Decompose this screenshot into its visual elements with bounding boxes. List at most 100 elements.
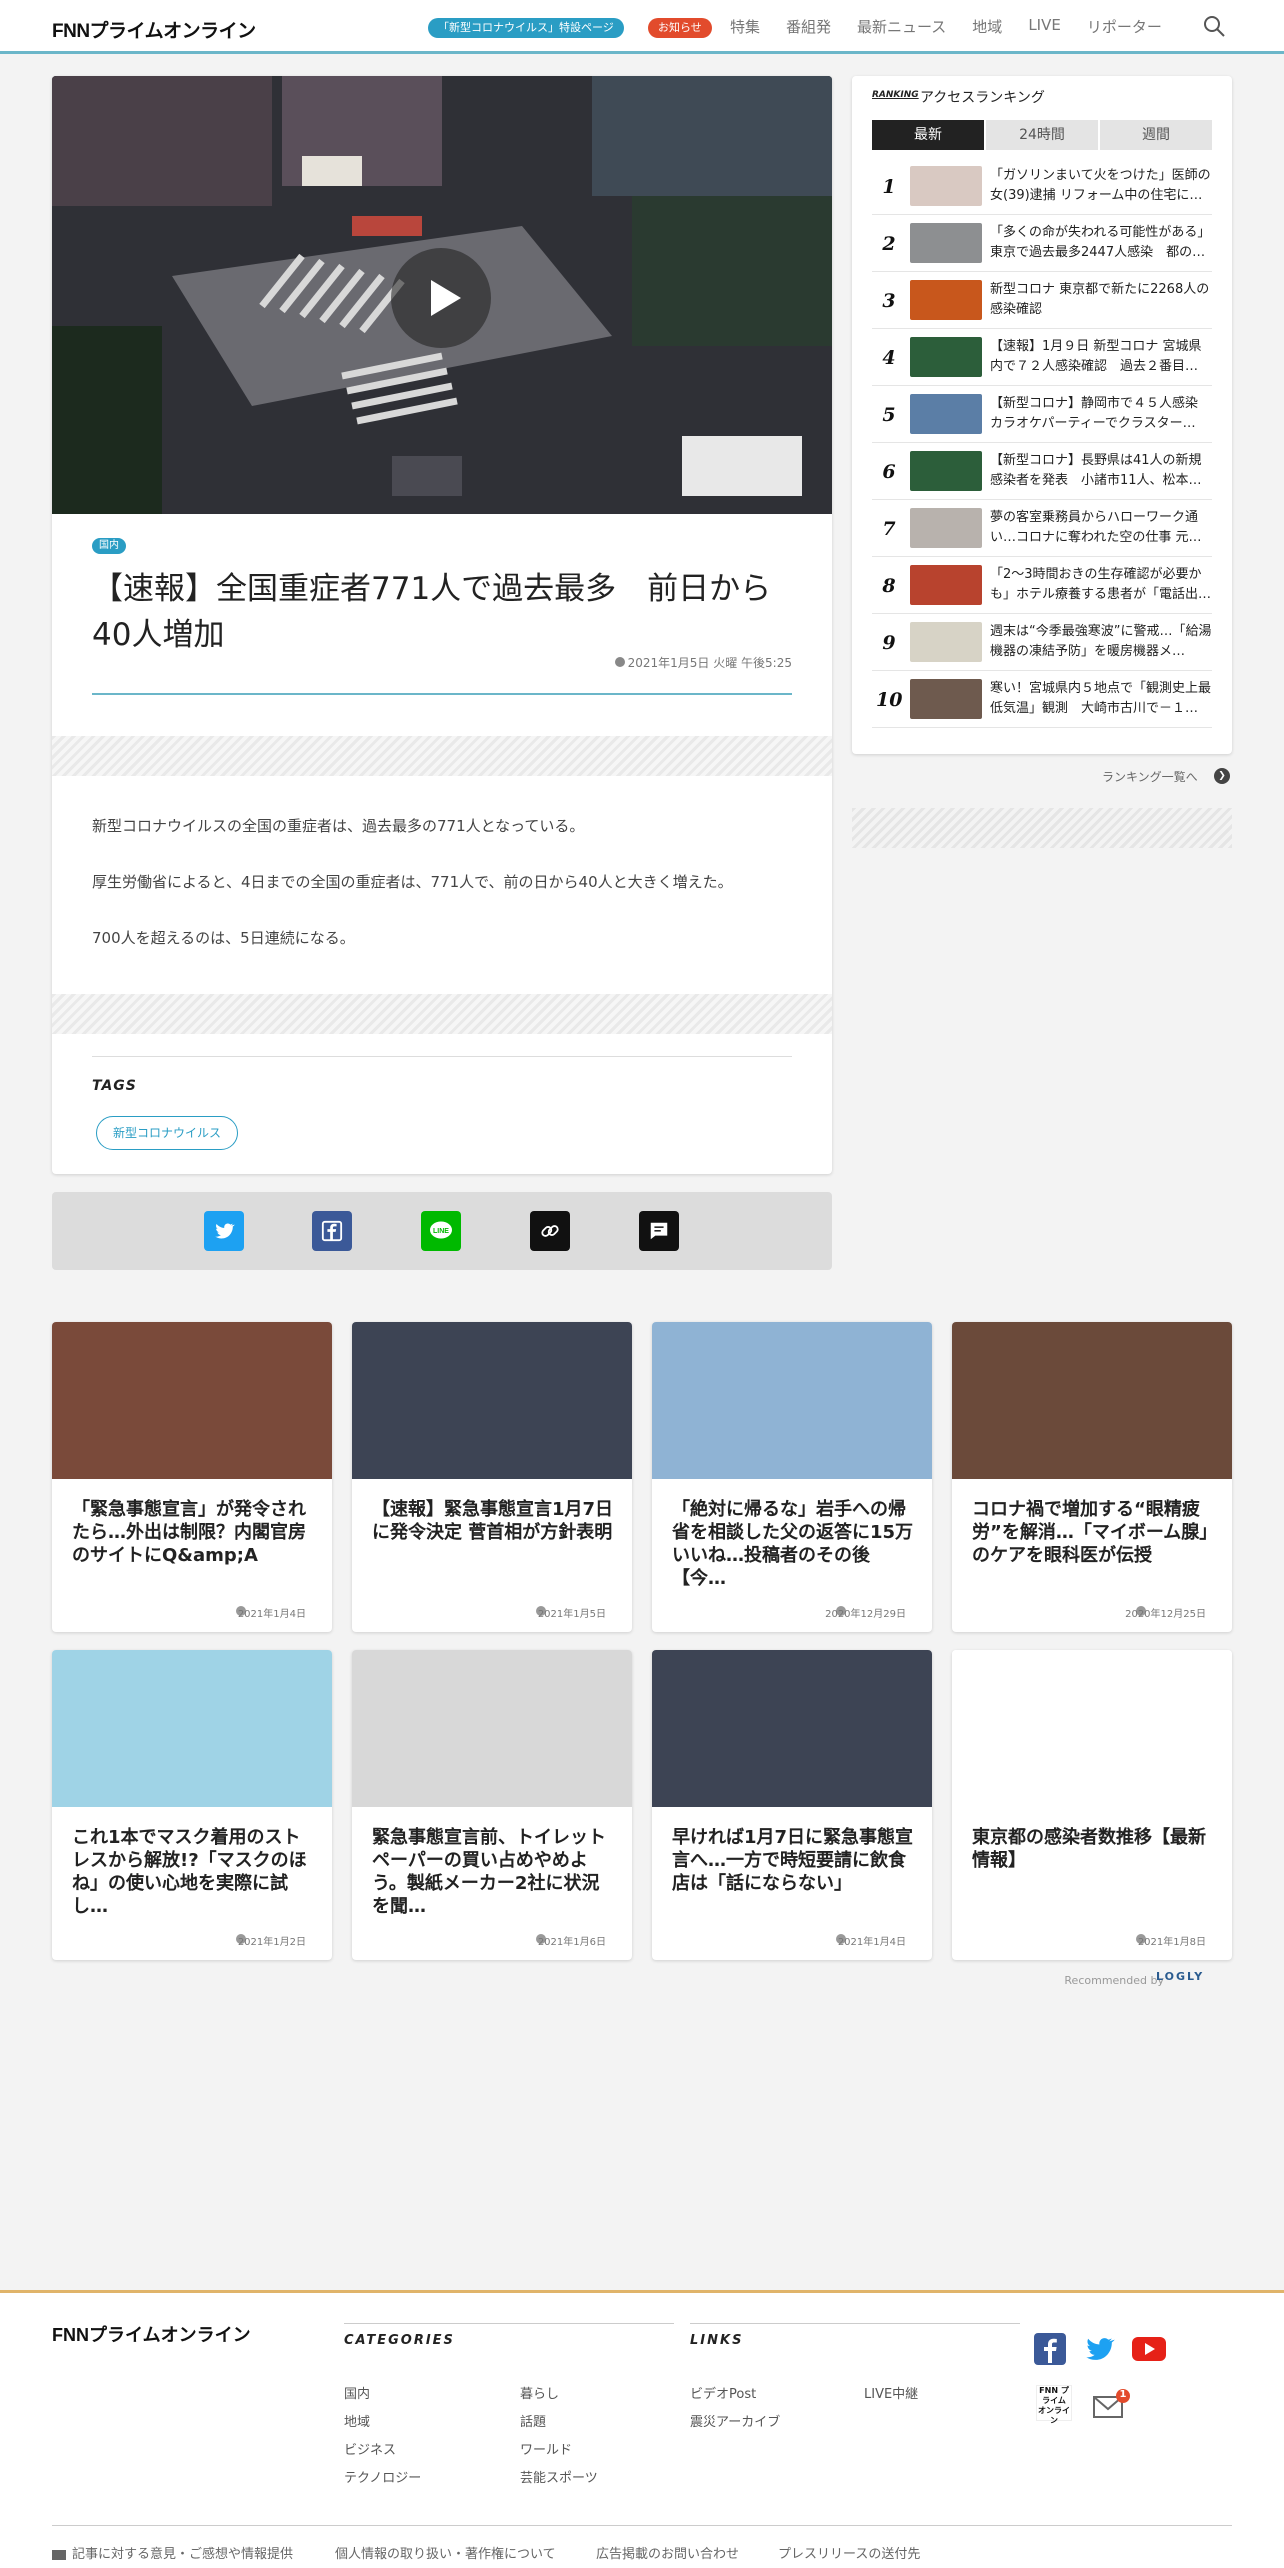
recommended-article-title: 【速報】緊急事態宣言1月7日に発令決定 菅首相が方針表明 <box>372 1499 614 1543</box>
nav-item-programs[interactable]: 番組発 <box>786 16 831 37</box>
ranking-item[interactable]: 6 【新型コロナ】長野県は41人の新規感染者を発表 小諸市11人、松本… <box>872 443 1212 500</box>
recommended-article-date: 2021年1月4日 <box>837 1937 906 1948</box>
twitter-icon <box>1086 2338 1115 2360</box>
play-button[interactable] <box>391 248 491 348</box>
ranking-thumbnail <box>910 679 982 719</box>
recommended-article-card[interactable]: コロナ禍で増加する“眼精疲労”を解消…「マイボーム腺」のケアを眼科医が伝授 202… <box>952 1322 1232 1632</box>
footer-link-entertainment-sports[interactable]: 芸能スポーツ <box>520 2467 598 2486</box>
footer-mail-button[interactable]: 1 <box>1092 2389 1130 2419</box>
nav-item-features[interactable]: 特集 <box>730 16 760 37</box>
footer-feedback-link[interactable]: 記事に対する意見・ご感想や情報提供 <box>52 2543 293 2562</box>
footer-small-logo[interactable]: FNN プライム オンライン <box>1036 2385 1072 2425</box>
share-bar: LINE <box>52 1192 832 1270</box>
share-line-button[interactable]: LINE <box>421 1211 461 1251</box>
recommended-article-card[interactable]: これ1本でマスク着用のストレスから解放!?「マスクのほね」の使い心地を実際に試し… <box>52 1650 332 1960</box>
footer-link-topics[interactable]: 話題 <box>520 2411 546 2430</box>
footer-facebook-icon[interactable] <box>1034 2333 1066 2365</box>
footer-link-world[interactable]: ワールド <box>520 2439 572 2458</box>
line-icon: LINE <box>430 1221 452 1239</box>
recommended-article-date: 2021年1月2日 <box>237 1937 306 1948</box>
footer-ads-link[interactable]: 広告掲載のお問い合わせ <box>596 2543 739 2562</box>
main-nav: 特集 番組発 最新ニュース 地域 LIVE リポーター <box>730 16 1162 37</box>
footer-logo[interactable]: FNNプライムオンライン <box>52 2321 251 2347</box>
recommended-article-title: これ1本でマスク着用のストレスから解放!?「マスクのほね」の使い心地を実際に試し… <box>72 1827 307 1917</box>
recommended-article-card[interactable]: 「緊急事態宣言」が発令されたら…外出は制限？内閣官房のサイトにQ&amp;A 20… <box>52 1322 332 1632</box>
footer-link-disaster-archive[interactable]: 震災アーカイブ <box>690 2411 780 2430</box>
ranking-item[interactable]: 7 夢の客室乗務員からハローワーク通い…コロナに奪われた空の仕事 元… <box>872 500 1212 557</box>
ranking-headline: 【新型コロナ】長野県は41人の新規感染者を発表 小諸市11人、松本… <box>990 453 1202 488</box>
recommended-article-card[interactable]: 東京都の感染者数推移【最新情報】 2021年1月8日 <box>952 1650 1232 1960</box>
ranking-more-link[interactable]: ランキング一覧へ <box>1102 768 1198 785</box>
footer-twitter-icon[interactable] <box>1083 2333 1115 2365</box>
recommended-article-title: 東京都の感染者数推移【最新情報】 <box>972 1827 1206 1871</box>
mail-badge-count: 1 <box>1119 2389 1127 2400</box>
ranking-list: 1 「ガソリンまいて火をつけた」医師の女(39)逮捕 リフォーム中の住宅に… 2 「多… <box>872 158 1212 728</box>
ranking-thumbnail <box>910 622 982 662</box>
footer-link-domestic[interactable]: 国内 <box>344 2383 370 2402</box>
ranking-thumbnail <box>910 280 982 320</box>
ranking-headline: 週末は“今季最強寒波”に警戒…「給湯機器の凍結予防」を暖房機器メ… <box>990 624 1212 659</box>
tag-corona[interactable]: 新型コロナウイルス <box>96 1116 239 1150</box>
ranking-number: 3 <box>882 290 896 312</box>
recommended-article-date: 2020年12月25日 <box>1125 1609 1206 1620</box>
footer-privacy-link[interactable]: 個人情報の取り扱い・著作権について <box>335 2543 556 2562</box>
tab-weekly[interactable]: 週間 <box>1100 120 1212 150</box>
article-card: 国内 【速報】全国重症者771人で過去最多 前日から40人増加 2021年1月5… <box>52 76 832 1174</box>
recommended-article-title: 「緊急事態宣言」が発令されたら…外出は制限？内閣官房のサイトにQ&amp;A <box>72 1499 306 1566</box>
ranking-number: 8 <box>882 575 896 597</box>
site-logo[interactable]: FNNプライムオンライン <box>52 16 256 43</box>
tab-latest[interactable]: 最新 <box>872 120 984 150</box>
footer-link-business[interactable]: ビジネス <box>344 2439 396 2458</box>
recommended-article-card[interactable]: 緊急事態宣言前、トイレットペーパーの買い占めやめよう。製紙メーカー2社に状況を聞… <box>352 1650 632 1960</box>
tab-24h[interactable]: 24時間 <box>986 120 1098 150</box>
ranking-tabs: 最新 24時間 週間 <box>872 120 1212 150</box>
recommended-article-card[interactable]: 【速報】緊急事態宣言1月7日に発令決定 菅首相が方針表明 2021年1月5日 <box>352 1322 632 1632</box>
share-comment-button[interactable] <box>639 1211 679 1251</box>
body-paragraph: 700人を超えるのは、5日連続になる。 <box>92 929 355 947</box>
category-badge[interactable]: 国内 <box>92 538 126 554</box>
footer-link-video-post[interactable]: ビデオPost <box>690 2383 756 2402</box>
ranking-item[interactable]: 2 「多くの命が失われる可能性がある」東京で過去最多2447人感染 都の… <box>872 215 1212 272</box>
ranking-thumbnail <box>910 394 982 434</box>
chevron-right-icon[interactable]: ❯ <box>1214 768 1230 784</box>
footer-youtube-icon[interactable] <box>1132 2337 1166 2361</box>
recommended-article-image <box>652 1650 932 1807</box>
recommended-article-title: コロナ禍で増加する“眼精疲労”を解消…「マイボーム腺」のケアを眼科医が伝授 <box>972 1499 1209 1566</box>
share-copy-link-button[interactable] <box>530 1211 570 1251</box>
footer-link-living[interactable]: 暮らし <box>520 2383 559 2402</box>
nav-item-latest-news[interactable]: 最新ニュース <box>857 16 946 37</box>
ranking-number: 9 <box>882 632 896 654</box>
notice-link[interactable]: お知らせ <box>648 18 712 38</box>
nav-item-reporters[interactable]: リポーター <box>1087 16 1162 37</box>
ranking-item[interactable]: 4 【速報】1月９日 新型コロナ 宮城県内で７２人感染確認 過去２番目… <box>872 329 1212 386</box>
footer-press-link[interactable]: プレスリリースの送付先 <box>778 2543 920 2562</box>
corona-special-page-link[interactable]: 「新型コロナウイルス」特設ページ <box>428 18 624 38</box>
ranking-item[interactable]: 10 寒い！宮城県内５地点で「観測史上最低気温」観測 大崎市古川で－１… <box>872 671 1212 728</box>
ranking-thumbnail <box>910 508 982 548</box>
nav-item-regions[interactable]: 地域 <box>972 16 1002 37</box>
ranking-item[interactable]: 8 「2～3時間おきの生存確認が必要かも」ホテル療養する患者が「電話出… <box>872 557 1212 614</box>
ranking-item[interactable]: 3 新型コロナ 東京都で新たに2268人の感染確認 <box>872 272 1212 329</box>
recommended-article-image <box>352 1650 632 1807</box>
twitter-icon <box>215 1223 235 1239</box>
ranking-item[interactable]: 5 【新型コロナ】静岡市で４５人感染 カラオケパーティーでクラスター… <box>872 386 1212 443</box>
recommended-article-card[interactable]: 早ければ1月7日に緊急事態宣言へ…一方で時短要請に飲食店は「話にならない」 202… <box>652 1650 932 1960</box>
logly-logo[interactable]: LOGLY <box>1156 1970 1232 1988</box>
ranking-item[interactable]: 9 週末は“今季最強寒波”に警戒…「給湯機器の凍結予防」を暖房機器メ… <box>872 614 1212 671</box>
recommended-article-date: 2020年12月29日 <box>825 1609 906 1620</box>
tags-divider <box>92 1056 792 1057</box>
recommended-article-image <box>52 1322 332 1479</box>
nav-item-live[interactable]: LIVE <box>1028 16 1061 37</box>
ranking-headline: 「多くの命が失われる可能性がある」東京で過去最多2447人感染 都の… <box>990 225 1211 260</box>
recommended-article-card[interactable]: 「絶対に帰るな」岩手への帰省を相談した父の返答に15万いいね…投稿者のその後【今… <box>652 1322 932 1632</box>
share-twitter-button[interactable] <box>204 1211 244 1251</box>
ranking-number: 5 <box>882 404 896 426</box>
footer-link-technology[interactable]: テクノロジー <box>344 2467 421 2486</box>
clock-icon <box>614 657 625 667</box>
search-icon[interactable] <box>1202 14 1226 38</box>
footer-link-region[interactable]: 地域 <box>344 2411 370 2430</box>
video-thumbnail[interactable] <box>52 76 832 514</box>
share-facebook-button[interactable] <box>312 1211 352 1251</box>
footer-link-live[interactable]: LIVE中継 <box>864 2383 918 2402</box>
ranking-item[interactable]: 1 「ガソリンまいて火をつけた」医師の女(39)逮捕 リフォーム中の住宅に… <box>872 158 1212 215</box>
